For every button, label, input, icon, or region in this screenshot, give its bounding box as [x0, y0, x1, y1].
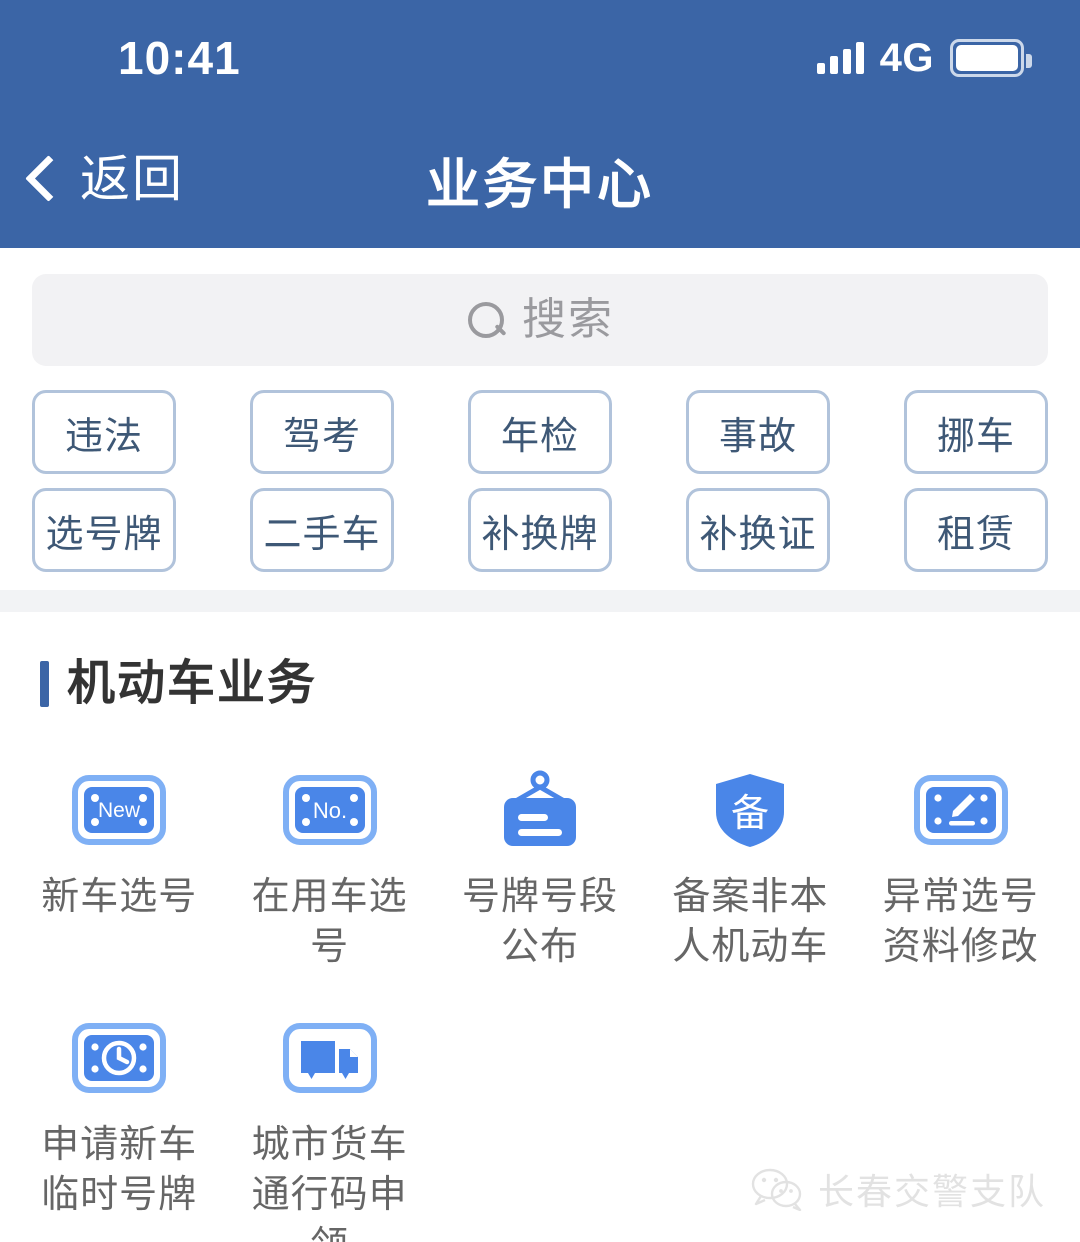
service-record-non-owner-vehicle[interactable]: 备 备案非本人机动车: [645, 770, 855, 972]
nav-bar: 返回 业务中心: [0, 110, 1080, 248]
service-new-car-plate-select[interactable]: New 新车选号: [14, 770, 224, 972]
plate-new-text: New: [98, 799, 141, 822]
search-placeholder: 搜索: [522, 295, 614, 344]
section-accent-bar: [40, 661, 49, 707]
signal-bars-icon: [816, 42, 864, 74]
section-header: 机动车业务: [40, 660, 1080, 708]
service-label: 新车选号: [41, 876, 198, 918]
tag-shigu[interactable]: 事故: [686, 390, 830, 474]
motor-vehicle-section: 机动车业务 New 新车选号 No. 在用车选号 号牌号段公布 备 备案非本人机…: [0, 612, 1080, 1242]
tag-buhuanpai[interactable]: 补换牌: [468, 488, 612, 572]
plate-new-icon: New: [71, 770, 167, 850]
quick-tags: 违法 驾考 年检 事故 挪车 选号牌 二手车 补换牌 补换证 租赁: [0, 366, 1080, 572]
service-label: 城市货车通行码申领: [251, 1124, 408, 1242]
app-header: 10:41 4G 返回 业务中心: [0, 0, 1080, 248]
network-type-label: 4G: [879, 36, 934, 80]
service-label: 申请新车临时号牌: [41, 1124, 198, 1217]
plate-no-icon: No.: [282, 770, 378, 850]
tag-jiakao[interactable]: 驾考: [250, 390, 394, 474]
truck-permit-icon: [282, 1018, 378, 1098]
status-time: 10:41: [118, 32, 241, 84]
tag-ershouche[interactable]: 二手车: [250, 488, 394, 572]
section-title-text: 机动车业务: [67, 657, 318, 710]
search-input[interactable]: 搜索: [32, 274, 1048, 366]
battery-full-icon: [950, 39, 1032, 77]
shield-text: 备: [731, 793, 769, 835]
tag-weifa[interactable]: 违法: [32, 390, 176, 474]
plate-edit-icon: [913, 770, 1009, 850]
quick-tags-row-1: 违法 驾考 年检 事故 挪车: [32, 390, 1048, 474]
tag-buhuanzheng[interactable]: 补换证: [686, 488, 830, 572]
search-section: 搜索: [0, 248, 1080, 366]
service-plate-range-publish[interactable]: 号牌号段公布: [435, 770, 645, 972]
plate-no-text: No.: [312, 798, 346, 823]
plate-clock-icon: [71, 1018, 167, 1098]
tag-nuoche[interactable]: 挪车: [904, 390, 1048, 474]
quick-tags-row-2: 选号牌 二手车 补换牌 补换证 租赁: [32, 488, 1048, 572]
service-grid: New 新车选号 No. 在用车选号 号牌号段公布 备 备案非本人机动车 异常选…: [0, 708, 1080, 1242]
tag-xuanhaopai[interactable]: 选号牌: [32, 488, 176, 572]
service-label: 号牌号段公布: [461, 876, 618, 969]
service-label: 异常选号资料修改: [882, 876, 1039, 969]
service-label: 在用车选号: [251, 876, 408, 969]
status-bar: 10:41 4G: [0, 0, 1080, 110]
service-city-truck-pass-apply[interactable]: 城市货车通行码申领: [224, 1018, 434, 1242]
back-button[interactable]: 返回: [24, 154, 184, 204]
chevron-left-icon: [24, 154, 58, 204]
tag-zulin[interactable]: 租赁: [904, 488, 1048, 572]
service-in-use-car-plate-select[interactable]: No. 在用车选号: [224, 770, 434, 972]
hanging-sign-icon: [492, 770, 588, 850]
search-icon: [466, 300, 506, 340]
service-temp-plate-apply[interactable]: 申请新车临时号牌: [14, 1018, 224, 1242]
section-divider: [0, 590, 1080, 612]
back-button-label: 返回: [80, 151, 184, 207]
tag-nianjian[interactable]: 年检: [468, 390, 612, 474]
service-label: 备案非本人机动车: [672, 876, 829, 969]
service-abnormal-plate-data-edit[interactable]: 异常选号资料修改: [856, 770, 1066, 972]
status-indicators: 4G: [816, 32, 1032, 80]
shield-record-icon: 备: [702, 770, 798, 850]
